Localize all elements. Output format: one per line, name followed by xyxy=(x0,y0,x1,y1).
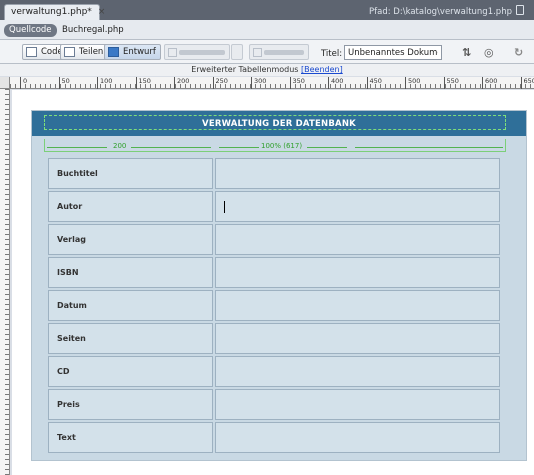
ruler-tick: 300 xyxy=(251,77,266,89)
code-view-icon xyxy=(26,47,37,57)
live-code-icon xyxy=(253,48,262,57)
live-code-button xyxy=(249,44,309,60)
text-cursor xyxy=(224,200,225,213)
expanded-tables-mode-bar: Erweiterter Tabellenmodus [Beenden] xyxy=(0,64,534,76)
row-label[interactable]: Verlag xyxy=(48,224,213,255)
table-row: ISBN xyxy=(48,257,500,288)
exit-mode-link[interactable]: [Beenden] xyxy=(301,65,343,74)
split-view-button[interactable]: Teilen xyxy=(60,44,109,60)
design-canvas[interactable]: VERWALTUNG DER DATENBANK 200 100% (617) … xyxy=(12,90,534,475)
document-toolbar: Code Teilen Entwurf Titel: ⇅ ◎ ↻ xyxy=(0,40,534,64)
ruler-tick: 350 xyxy=(289,77,305,89)
row-value-cell[interactable] xyxy=(215,257,500,288)
table-row: Verlag xyxy=(48,224,500,255)
title-input[interactable] xyxy=(344,45,442,60)
document-icon xyxy=(516,5,524,15)
related-file-link[interactable]: Buchregal.php xyxy=(62,25,124,35)
row-label[interactable]: ISBN xyxy=(48,257,213,288)
ruler-tick: 100 xyxy=(97,77,112,89)
header-band: VERWALTUNG DER DATENBANK xyxy=(32,111,526,136)
header-title: VERWALTUNG DER DATENBANK xyxy=(202,119,356,129)
path-display: Pfad: D:\katalog\verwaltung1.php xyxy=(369,5,524,17)
row-label[interactable]: Text xyxy=(48,422,213,453)
document-tab-bar: verwaltung1.php* × Pfad: D:\katalog\verwa… xyxy=(0,0,534,20)
row-value-cell[interactable] xyxy=(215,356,500,387)
table-width-label: 100% (617) xyxy=(259,142,305,150)
live-view-button xyxy=(164,44,230,60)
split-view-label: Teilen xyxy=(79,47,104,57)
ruler-tick: 600 xyxy=(482,77,497,89)
page-container: VERWALTUNG DER DATENBANK 200 100% (617) … xyxy=(31,110,527,461)
table-row: Preis xyxy=(48,389,500,420)
table-row: Seiten xyxy=(48,323,500,354)
related-files-bar: Quellcode Buchregal.php xyxy=(0,20,534,40)
row-value-cell[interactable] xyxy=(215,422,500,453)
book-form-table: Buchtitel Autor Verlag ISBN Datum Seiten CD Pre… xyxy=(46,156,502,455)
row-value-cell[interactable] xyxy=(215,224,500,255)
refresh-icon[interactable]: ↻ xyxy=(514,46,523,59)
live-view-dropdown xyxy=(231,44,243,60)
live-view-icon xyxy=(168,48,177,57)
table-width-indicator: 200 100% (617) xyxy=(44,139,506,152)
split-view-icon xyxy=(64,47,75,57)
source-code-button[interactable]: Quellcode xyxy=(4,24,57,37)
row-label[interactable]: Buchtitel xyxy=(48,158,213,189)
row-label[interactable]: Datum xyxy=(48,290,213,321)
ruler-tick: 250 xyxy=(212,77,228,89)
row-label[interactable]: Seiten xyxy=(48,323,213,354)
vertical-ruler xyxy=(0,89,10,475)
document-tab-label: verwaltung1.php* xyxy=(11,7,92,17)
path-label: Pfad: D:\katalog\verwaltung1.php xyxy=(369,7,512,17)
row-value-cell[interactable] xyxy=(215,158,500,189)
table-row: Buchtitel xyxy=(48,158,500,189)
row-value-cell[interactable] xyxy=(215,323,500,354)
table-row: Autor xyxy=(48,191,500,222)
table-row: CD xyxy=(48,356,500,387)
row-value-cell[interactable] xyxy=(215,191,500,222)
design-view-icon xyxy=(108,47,119,57)
row-value-cell[interactable] xyxy=(215,290,500,321)
title-label: Titel: xyxy=(321,49,343,59)
ruler-corner xyxy=(0,77,10,89)
document-tab[interactable]: verwaltung1.php* × xyxy=(4,4,105,20)
preview-browser-icon[interactable]: ◎ xyxy=(484,46,494,59)
design-view-button[interactable]: Entwurf xyxy=(104,44,161,60)
row-label[interactable]: Autor xyxy=(48,191,213,222)
ruler-tick: 200 xyxy=(174,77,189,89)
table-row: Datum xyxy=(48,290,500,321)
mode-text: Erweiterter Tabellenmodus xyxy=(191,65,299,74)
ruler-tick: 650 xyxy=(520,77,534,89)
ruler-tick: 150 xyxy=(135,77,151,89)
column-width-label: 200 xyxy=(111,142,129,150)
file-management-icon[interactable]: ⇅ xyxy=(462,46,471,59)
design-view-label: Entwurf xyxy=(123,47,156,57)
horizontal-ruler: 0 50 100 150 200 250 300 350 400 450 500 550 600 650 xyxy=(10,77,534,89)
table-row: Text xyxy=(48,422,500,453)
close-icon[interactable]: × xyxy=(98,7,106,17)
ruler-tick: 400 xyxy=(328,77,343,89)
ruler-tick: 500 xyxy=(405,77,420,89)
row-label[interactable]: Preis xyxy=(48,389,213,420)
row-value-cell[interactable] xyxy=(215,389,500,420)
ruler-tick: 450 xyxy=(366,77,382,89)
ruler-tick: 50 xyxy=(58,77,70,89)
ruler-tick: 0 xyxy=(20,77,27,89)
row-label[interactable]: CD xyxy=(48,356,213,387)
ruler-tick: 550 xyxy=(443,77,459,89)
